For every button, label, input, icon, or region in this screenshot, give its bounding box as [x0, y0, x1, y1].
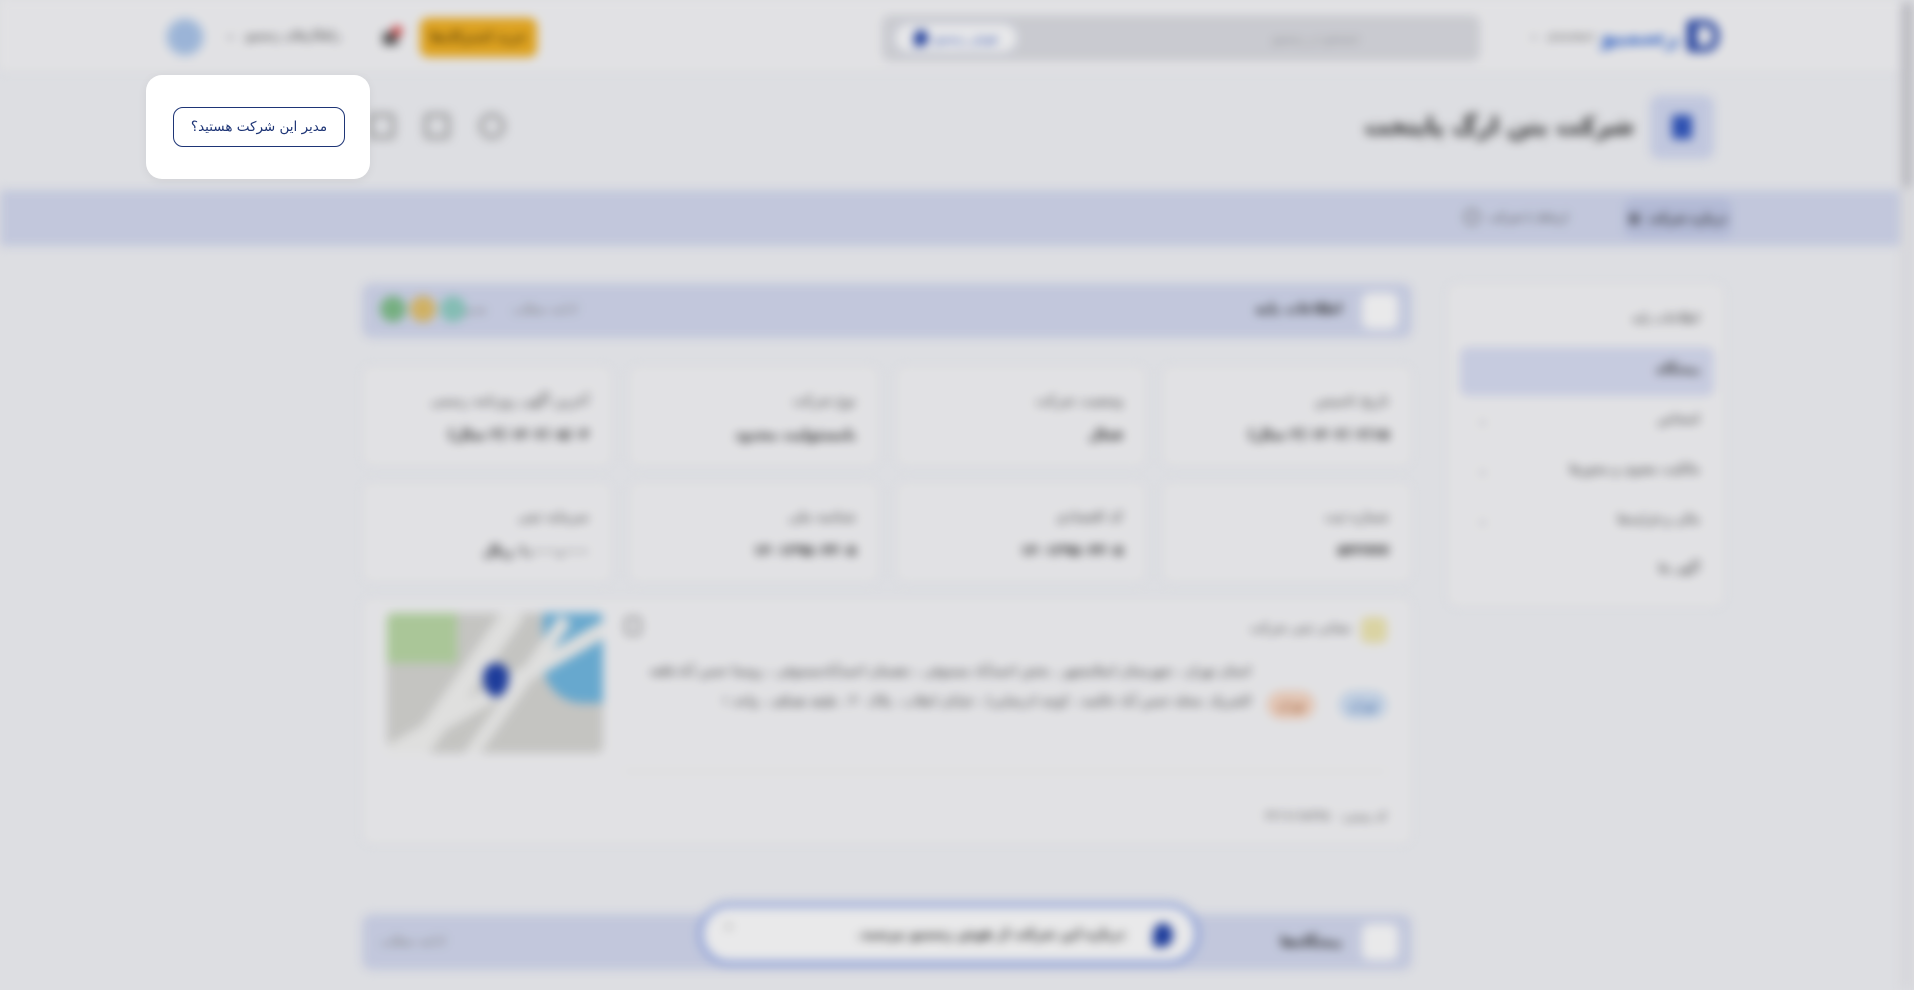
manager-claim-popup: مدیر این شرکت هستید؟ — [146, 75, 370, 179]
claim-manager-button[interactable]: مدیر این شرکت هستید؟ — [173, 107, 345, 147]
